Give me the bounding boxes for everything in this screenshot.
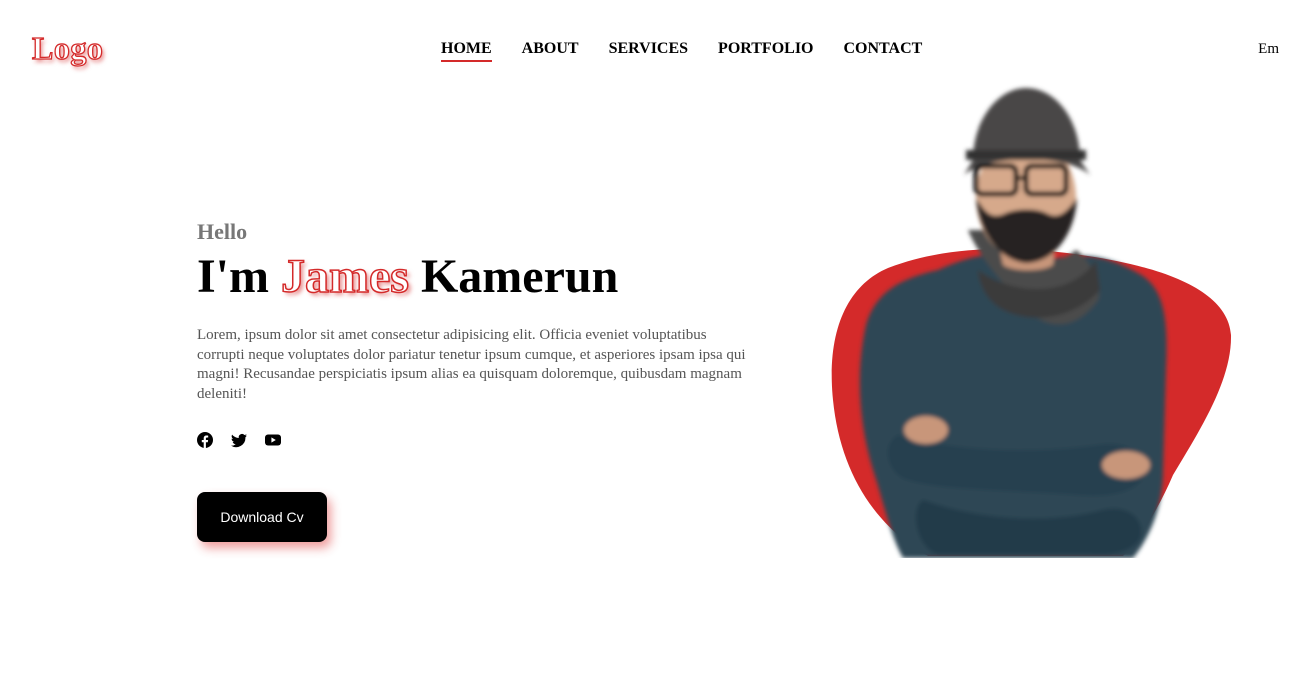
- hero-greeting: Hello: [197, 219, 248, 244]
- hero-description: Lorem, ipsum dolor sit amet consectetur …: [197, 327, 746, 402]
- hero-title-suffix: Kamerun: [408, 250, 619, 303]
- nav-about[interactable]: ABOUT: [522, 40, 579, 62]
- main-nav: HOME ABOUT SERVICES PORTFOLIO CONTACT: [441, 40, 922, 62]
- nav-services[interactable]: SERVICES: [609, 40, 688, 62]
- youtube-icon[interactable]: [265, 432, 281, 448]
- nav-portfolio[interactable]: PORTFOLIO: [718, 40, 813, 62]
- hero-title-prefix: I'm: [197, 250, 281, 303]
- hero-title-accent: James: [280, 249, 409, 304]
- nav-contact[interactable]: CONTACT: [844, 40, 923, 62]
- download-cv-button[interactable]: Download Cv: [197, 492, 327, 542]
- logo[interactable]: Logo: [31, 29, 103, 67]
- profile-photo: [828, 80, 1238, 558]
- hero-section: Hello I'm James Kamerun Lorem, ipsum dol…: [197, 218, 757, 542]
- language-selector[interactable]: Em: [1258, 41, 1279, 58]
- nav-home[interactable]: HOME: [441, 40, 492, 62]
- twitter-icon[interactable]: [231, 432, 247, 448]
- facebook-icon[interactable]: [197, 432, 213, 448]
- hero-title: I'm James Kamerun: [197, 249, 757, 304]
- social-links: [197, 432, 757, 448]
